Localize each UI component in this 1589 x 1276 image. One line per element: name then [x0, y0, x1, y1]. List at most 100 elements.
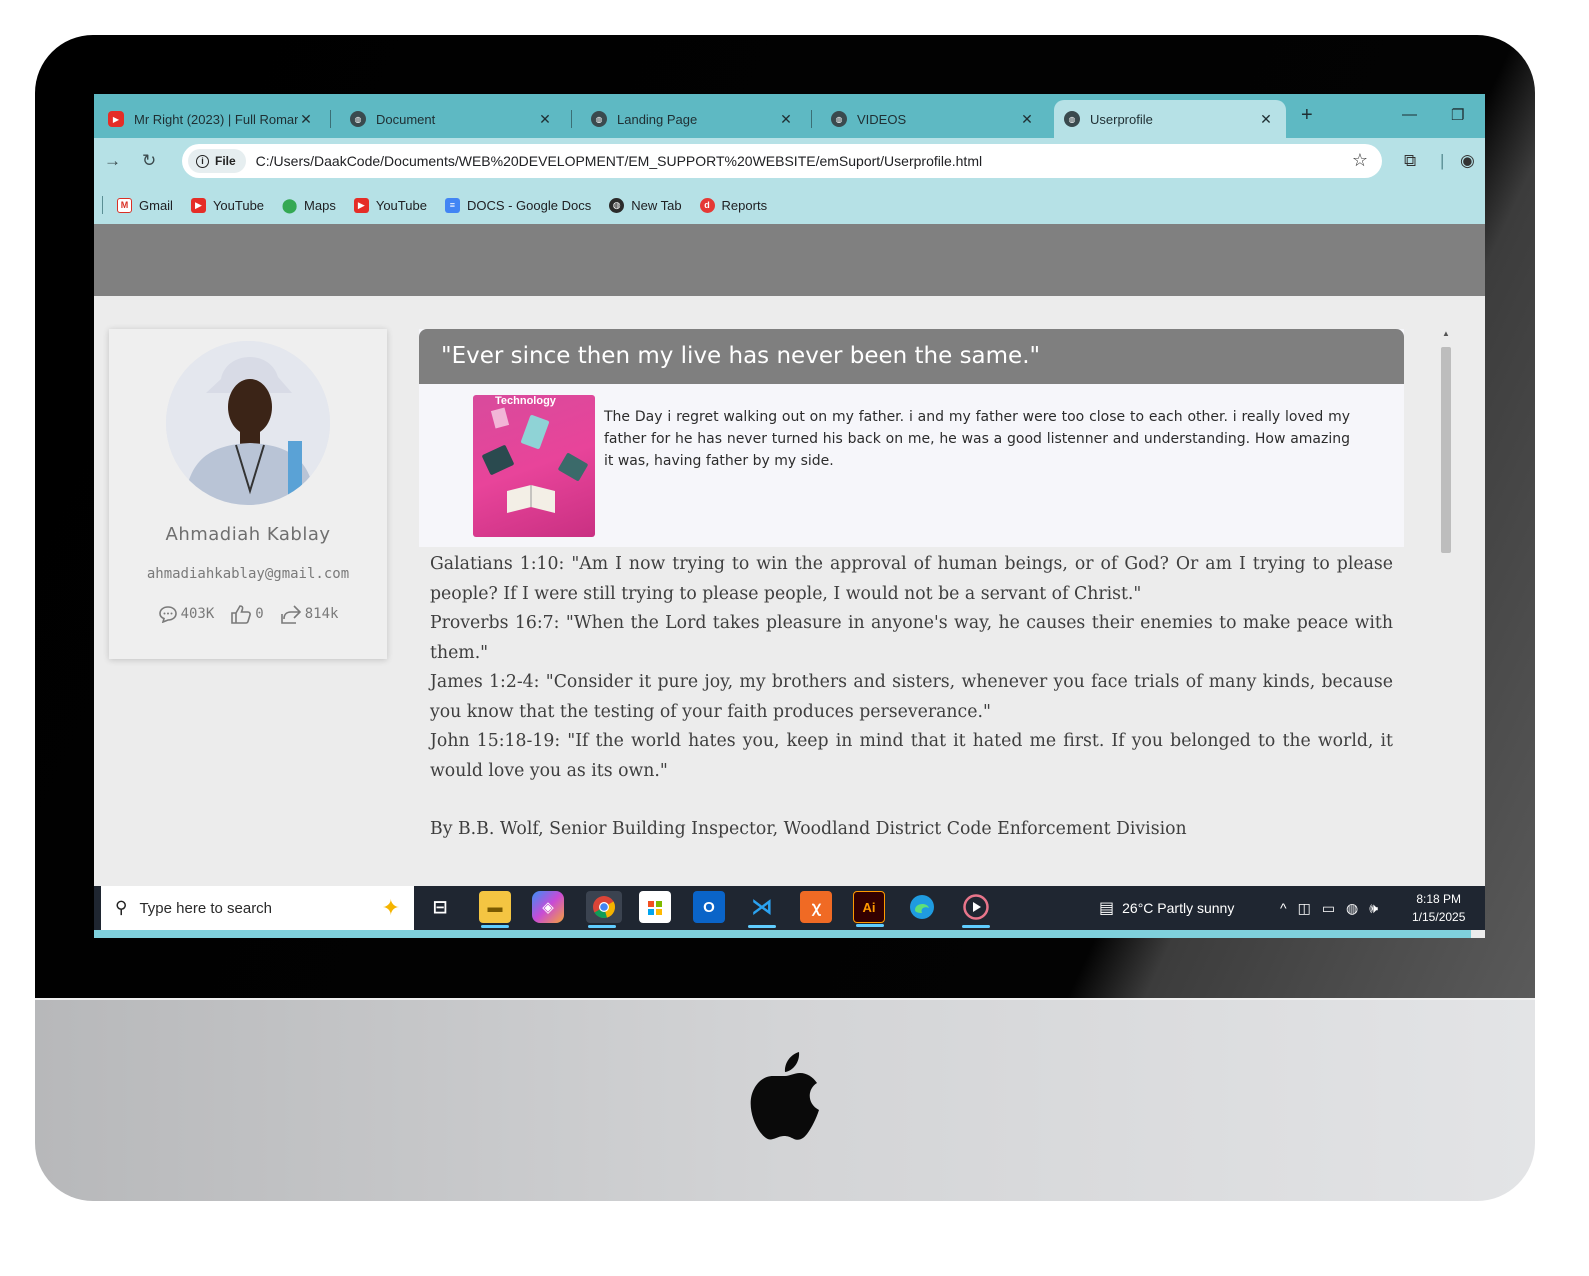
page-content: Ahmadiah Kablay ahmadiahkablay@gmail.com…: [94, 296, 1485, 886]
bookmark-maps[interactable]: ⬤ Maps: [282, 197, 336, 213]
close-icon[interactable]: ✕: [537, 111, 553, 128]
byline: By B.B. Wolf, Senior Building Inspector,…: [430, 819, 1187, 839]
likes-stat[interactable]: 0: [230, 604, 264, 624]
bookmark-youtube-2[interactable]: ▶ YouTube: [353, 197, 427, 213]
profile-card: Ahmadiah Kablay ahmadiahkablay@gmail.com…: [109, 329, 387, 659]
bookmark-label: YouTube: [375, 197, 427, 213]
info-icon: i: [196, 154, 209, 168]
copilot-icon[interactable]: ◈: [532, 891, 564, 923]
browser-toolbar: → ↻ i File C:/Users/DaakCode/Documents/W…: [94, 138, 1485, 186]
tab-title: Userprofile: [1090, 111, 1153, 127]
screen: ▶ Mr Right (2023) | Full Roman ✕ ◍ Docum…: [94, 94, 1485, 938]
chrome-icon[interactable]: [586, 891, 622, 928]
bookmark-label: Maps: [304, 197, 336, 213]
bookmark-google-docs[interactable]: ≡ DOCS - Google Docs: [444, 197, 592, 213]
restore-button[interactable]: ❐: [1451, 106, 1464, 124]
shares-stat[interactable]: 814k: [280, 604, 338, 624]
tab-separator: [330, 110, 331, 128]
tab-mr-right[interactable]: ▶ Mr Right (2023) | Full Roman ✕: [98, 100, 326, 138]
story-image: Technology: [473, 395, 595, 537]
avatar-photo: [166, 341, 330, 505]
site-info-chip[interactable]: i File: [188, 149, 246, 173]
close-icon[interactable]: ✕: [1258, 111, 1274, 128]
windows-taskbar: ⚲ Type here to search ✦ ⊟ ▬ ◈ O ⋊ ꭓ Ai ▤…: [94, 886, 1485, 930]
scroll-thumb[interactable]: [1441, 347, 1451, 553]
globe-icon: ◍: [831, 111, 847, 127]
toolbar-divider: |: [1440, 151, 1445, 170]
thumbs-up-icon: [231, 605, 252, 624]
url-text[interactable]: C:/Users/DaakCode/Documents/WEB%20DEVELO…: [256, 153, 982, 169]
bookmark-gmail[interactable]: M Gmail: [117, 197, 173, 213]
close-icon[interactable]: ✕: [778, 111, 794, 128]
bookmark-youtube[interactable]: ▶ YouTube: [190, 197, 264, 213]
edge-logo-icon: [910, 895, 934, 919]
tab-videos[interactable]: ◍ VIDEOS ✕: [821, 100, 1047, 138]
bookmarks-divider: [102, 196, 103, 214]
sparkle-icon: ✦: [381, 895, 400, 920]
taskbar-clock[interactable]: 8:18 PM 1/15/2025: [1412, 890, 1465, 926]
outlook-icon[interactable]: O: [693, 891, 725, 923]
image-caption: Technology: [495, 395, 556, 407]
battery-icon[interactable]: ▭: [1322, 900, 1335, 917]
reports-icon: d: [699, 197, 715, 213]
task-view-icon[interactable]: ⊟: [424, 891, 456, 923]
profile-stats: 403K 0 814k: [109, 604, 387, 624]
browser-tab-strip: ▶ Mr Right (2023) | Full Roman ✕ ◍ Docum…: [94, 94, 1485, 138]
address-bar[interactable]: i File C:/Users/DaakCode/Documents/WEB%2…: [182, 144, 1382, 178]
new-tab-button[interactable]: +: [1301, 104, 1313, 127]
docs-icon: ≡: [444, 197, 460, 213]
tab-title: Mr Right (2023) | Full Roman: [134, 111, 298, 127]
media-player-icon[interactable]: [960, 891, 992, 928]
volume-icon[interactable]: 🕪: [1369, 900, 1378, 917]
bookmark-star-icon[interactable]: ☆: [1352, 150, 1368, 171]
clock-date: 1/15/2025: [1412, 910, 1466, 924]
verse-galatians: Galatians 1:10: "Am I now trying to win …: [430, 554, 1393, 604]
verse-james: James 1:2-4: "Consider it pure joy, my b…: [430, 672, 1393, 722]
meet-now-icon[interactable]: ◫: [1298, 900, 1311, 917]
search-icon: ⚲: [115, 898, 128, 917]
taskbar-search[interactable]: ⚲ Type here to search ✦: [101, 886, 414, 930]
close-icon[interactable]: ✕: [1019, 111, 1035, 128]
reload-icon[interactable]: ↻: [142, 151, 156, 171]
chevron-up-icon[interactable]: ^: [1280, 900, 1287, 916]
share-icon: [280, 605, 301, 624]
profile-avatar-icon[interactable]: ◉: [1460, 151, 1475, 171]
globe-icon: ◍: [350, 111, 366, 127]
minimize-button[interactable]: —: [1402, 106, 1417, 123]
weather-widget[interactable]: ▤ 26°C Partly sunny: [1099, 886, 1234, 930]
profile-email: ahmadiahkablay@gmail.com: [146, 566, 350, 582]
extensions-icon[interactable]: ⧉: [1404, 151, 1416, 171]
vscode-icon[interactable]: ⋊: [746, 891, 778, 928]
story-card: "Ever since then my live has never been …: [419, 329, 1404, 547]
xampp-icon[interactable]: ꭓ: [800, 891, 832, 923]
tab-landing-page[interactable]: ◍ Landing Page ✕: [581, 100, 806, 138]
forward-arrow-icon[interactable]: →: [104, 151, 121, 171]
illustrator-icon[interactable]: Ai: [853, 891, 885, 927]
scroll-up-arrow-icon[interactable]: ▲: [1442, 329, 1450, 338]
avatar: [166, 341, 330, 505]
apple-logo-icon: [750, 1052, 819, 1140]
store-logo-icon: [648, 901, 662, 915]
bookmark-new-tab[interactable]: ◍ New Tab: [609, 197, 682, 213]
tab-title: Document: [376, 111, 436, 127]
screen-bottom-strip: [94, 930, 1471, 938]
youtube-icon: ▶: [353, 197, 369, 213]
close-icon[interactable]: ✕: [298, 111, 314, 128]
tab-separator: [811, 110, 812, 128]
comments-count: 403K: [180, 606, 215, 622]
bookmark-reports[interactable]: d Reports: [699, 197, 768, 213]
scrollbar[interactable]: ▲: [1439, 329, 1453, 877]
bookmark-label: Reports: [721, 197, 768, 213]
comments-stat[interactable]: 403K: [158, 604, 215, 624]
globe-icon: ◍: [1064, 111, 1080, 127]
file-explorer-icon[interactable]: ▬: [479, 891, 511, 928]
tab-userprofile[interactable]: ◍ Userprofile ✕: [1054, 100, 1286, 138]
bookmark-label: DOCS - Google Docs: [466, 197, 592, 213]
microsoft-store-icon[interactable]: [639, 891, 671, 923]
tab-document[interactable]: ◍ Document ✕: [340, 100, 565, 138]
weather-icon: ▤: [1099, 900, 1115, 917]
network-globe-icon[interactable]: ◍: [1346, 900, 1358, 917]
edge-icon[interactable]: [906, 891, 938, 923]
weather-text: 26°C Partly sunny: [1122, 900, 1235, 916]
bookmarks-bar: M Gmail ▶ YouTube ⬤ Maps ▶ YouTube ≡ DOC…: [94, 186, 1485, 224]
